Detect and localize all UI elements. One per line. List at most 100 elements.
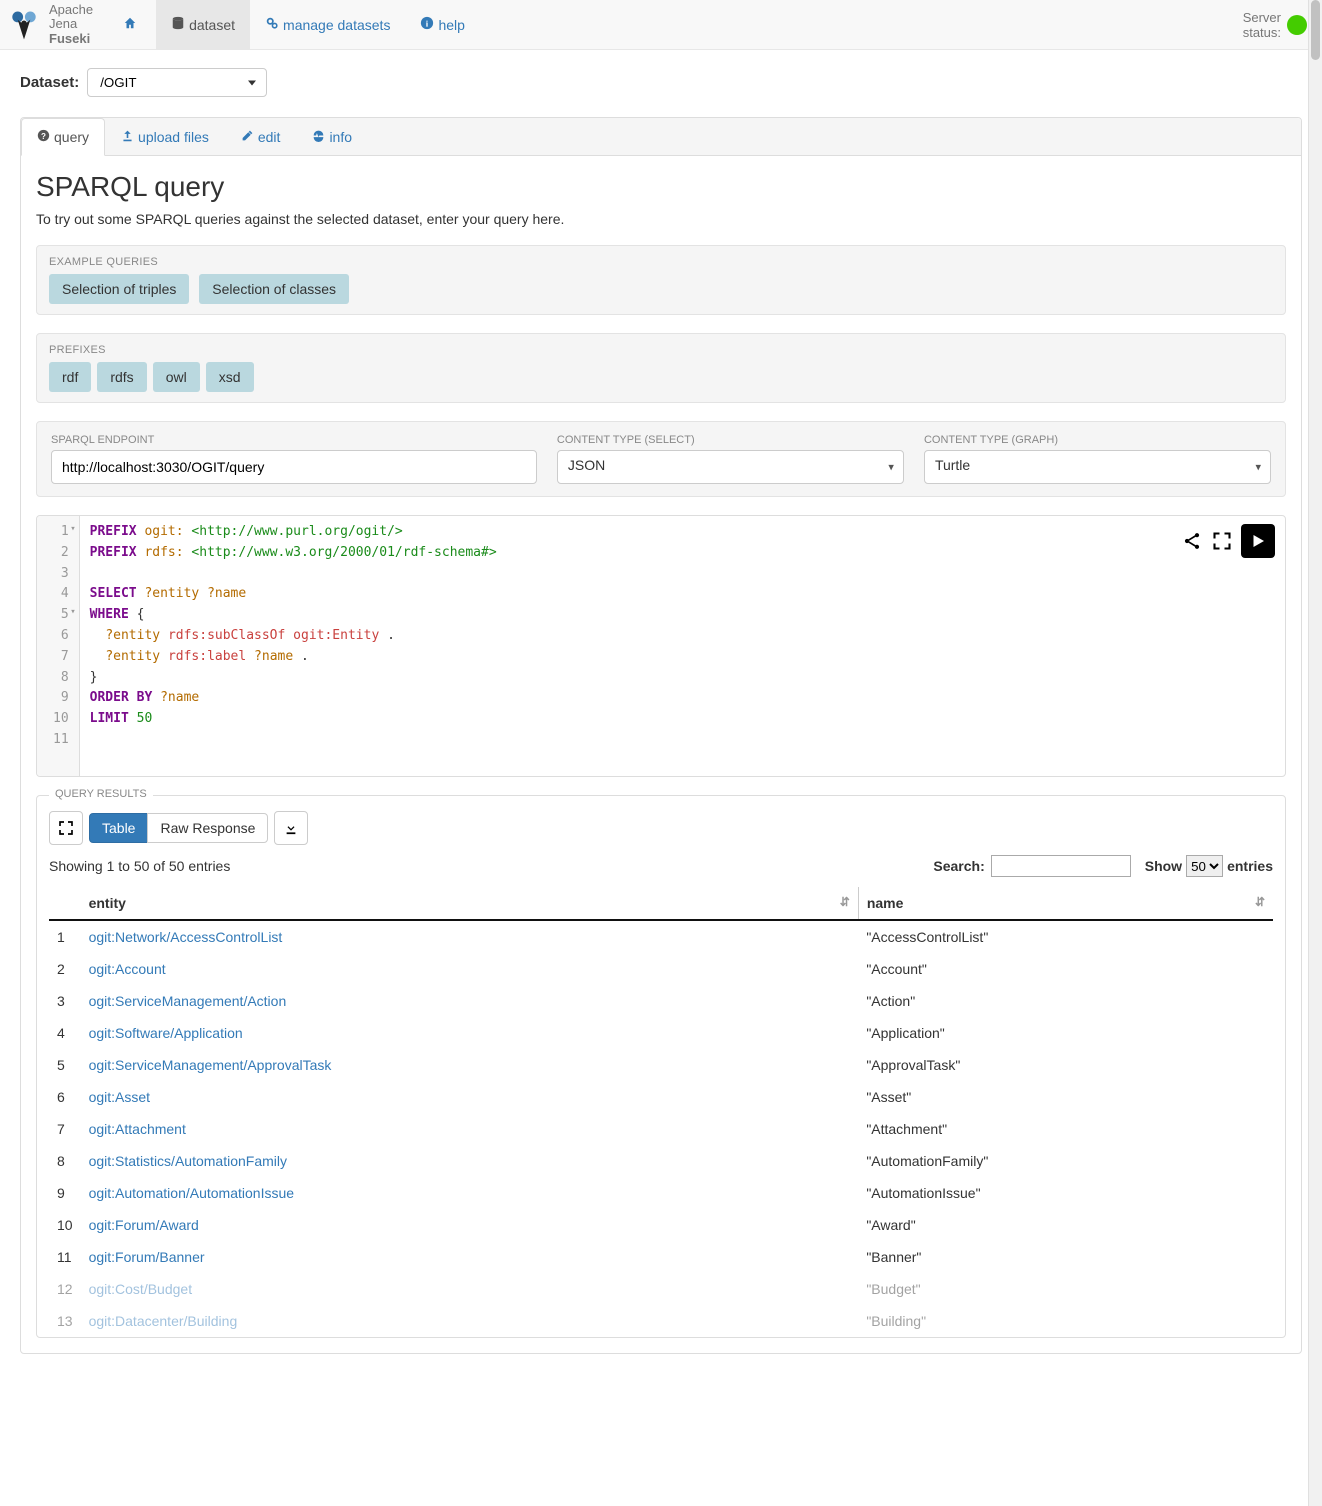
table-row: 1ogit:Network/AccessControlList"AccessCo… <box>49 920 1273 953</box>
tab-edit[interactable]: edit <box>225 118 297 156</box>
tab-query-label: query <box>54 129 89 145</box>
col-entity[interactable]: entity <box>81 887 859 920</box>
entity-link[interactable]: ogit:Statistics/AutomationFamily <box>89 1153 287 1169</box>
content-graph-dropdown[interactable]: Turtle <box>924 450 1271 484</box>
entity-link[interactable]: ogit:Datacenter/Building <box>89 1313 238 1329</box>
table-row: 13 ogit:Datacenter/Building "Building" <box>49 1305 1273 1337</box>
row-entity: ogit:Attachment <box>81 1113 859 1145</box>
tab-upload[interactable]: upload files <box>105 118 225 156</box>
view-raw-button[interactable]: Raw Response <box>147 813 268 843</box>
col-rownum <box>49 887 81 920</box>
prefix-rdf-button[interactable]: rdf <box>49 362 91 392</box>
entity-link[interactable]: ogit:Account <box>89 961 166 977</box>
nav-home[interactable] <box>108 0 156 49</box>
row-entity: ogit:Account <box>81 953 859 985</box>
row-name: "Application" <box>858 1017 1273 1049</box>
col-name[interactable]: name <box>858 887 1273 920</box>
table-row: 4 ogit:Software/Application "Application" <box>49 1017 1273 1049</box>
prefix-xsd-button[interactable]: xsd <box>206 362 254 392</box>
entity-link[interactable]: ogit:Attachment <box>89 1121 186 1137</box>
editor-code[interactable]: PREFIX ogit: <http://www.purl.org/ogit/>… <box>80 516 1285 776</box>
entity-link[interactable]: ogit:Network/AccessControlList <box>89 929 283 945</box>
row-number: 5 <box>49 1049 81 1081</box>
search-input[interactable] <box>991 855 1131 877</box>
row-name: "Attachment" <box>858 1113 1273 1145</box>
example-classes-button[interactable]: Selection of classes <box>199 274 349 304</box>
row-number: 4 <box>49 1017 81 1049</box>
row-number: 13 <box>49 1305 81 1337</box>
show-entries-select[interactable]: 50 <box>1186 855 1223 877</box>
row-number: 11 <box>49 1241 81 1273</box>
entity-link[interactable]: ogit:Cost/Budget <box>89 1281 193 1297</box>
scrollbar-thumb[interactable] <box>1311 0 1320 60</box>
entity-link[interactable]: ogit:ServiceManagement/ApprovalTask <box>89 1057 332 1073</box>
content-select-label: CONTENT TYPE (SELECT) <box>557 434 904 446</box>
prefix-rdfs-button[interactable]: rdfs <box>97 362 146 392</box>
table-row: 9ogit:Automation/AutomationIssue"Automat… <box>49 1177 1273 1209</box>
table-row: 7 ogit:Attachment "Attachment" <box>49 1113 1273 1145</box>
example-triples-button[interactable]: Selection of triples <box>49 274 189 304</box>
editor-gutter: 1▾2345▾67891011 <box>37 516 80 776</box>
entity-link[interactable]: ogit:Forum/Banner <box>89 1249 205 1265</box>
row-entity: ogit:Forum/Award <box>81 1209 859 1241</box>
endpoint-label: SPARQL ENDPOINT <box>51 434 537 446</box>
row-entity: ogit:Statistics/AutomationFamily <box>81 1145 859 1177</box>
endpoint-well: SPARQL ENDPOINT CONTENT TYPE (SELECT) JS… <box>36 421 1286 497</box>
row-entity: ogit:Datacenter/Building <box>81 1305 859 1337</box>
question-icon: ? <box>37 129 50 145</box>
entity-link[interactable]: ogit:Forum/Award <box>89 1217 199 1233</box>
nav-help[interactable]: i help <box>405 0 479 49</box>
fullscreen-icon[interactable] <box>1211 530 1233 552</box>
row-entity: ogit:Cost/Budget <box>81 1273 859 1305</box>
entity-link[interactable]: ogit:Software/Application <box>89 1025 243 1041</box>
page-lead: To try out some SPARQL queries against t… <box>36 211 1286 227</box>
nav-dataset-label: dataset <box>189 17 235 33</box>
results-info: Showing 1 to 50 of 50 entries <box>49 858 230 874</box>
tab-info[interactable]: info <box>296 118 368 156</box>
server-status-label: Server status: <box>1243 10 1281 40</box>
tab-query[interactable]: ? query <box>21 118 105 156</box>
results-panel: QUERY RESULTS Table Raw Response Showing… <box>36 795 1286 1338</box>
row-entity: ogit:ServiceManagement/Action <box>81 985 859 1017</box>
scrollbar[interactable] <box>1308 0 1322 1506</box>
nav-dataset[interactable]: dataset <box>156 0 250 49</box>
home-icon <box>123 16 137 33</box>
row-name: "AccessControlList" <box>858 920 1273 953</box>
row-entity: ogit:Asset <box>81 1081 859 1113</box>
row-name: "Building" <box>858 1305 1273 1337</box>
run-query-button[interactable] <box>1241 524 1275 558</box>
show-suffix: entries <box>1227 858 1273 874</box>
row-number: 7 <box>49 1113 81 1145</box>
entity-link[interactable]: ogit:Automation/AutomationIssue <box>89 1185 294 1201</box>
view-table-button[interactable]: Table <box>89 813 148 843</box>
row-name: "AutomationIssue" <box>858 1177 1273 1209</box>
row-number: 8 <box>49 1145 81 1177</box>
upload-icon <box>121 129 134 145</box>
brand: Apache Jena Fuseki <box>0 0 108 49</box>
row-name: "Asset" <box>858 1081 1273 1113</box>
row-name: "Budget" <box>858 1273 1273 1305</box>
table-row: 12ogit:Cost/Budget"Budget" <box>49 1273 1273 1305</box>
pencil-icon <box>241 129 254 145</box>
row-number: 3 <box>49 985 81 1017</box>
prefixes-label: PREFIXES <box>49 344 1273 356</box>
brand-line1: Apache <box>49 3 93 17</box>
dataset-select[interactable]: /OGIT <box>87 68 267 97</box>
entity-link[interactable]: ogit:Asset <box>89 1089 150 1105</box>
status-ok-icon <box>1287 15 1307 35</box>
content-graph-label: CONTENT TYPE (GRAPH) <box>924 434 1271 446</box>
endpoint-input[interactable] <box>51 450 537 484</box>
table-row: 6ogit:Asset"Asset" <box>49 1081 1273 1113</box>
entity-link[interactable]: ogit:ServiceManagement/Action <box>89 993 287 1009</box>
download-button[interactable] <box>274 811 308 845</box>
database-icon <box>171 16 185 33</box>
row-number: 2 <box>49 953 81 985</box>
prefix-owl-button[interactable]: owl <box>153 362 200 392</box>
row-entity: ogit:Forum/Banner <box>81 1241 859 1273</box>
content-select-dropdown[interactable]: JSON <box>557 450 904 484</box>
results-fullscreen-button[interactable] <box>49 811 83 845</box>
nav-manage[interactable]: manage datasets <box>250 0 405 49</box>
share-icon[interactable] <box>1181 530 1203 552</box>
table-row: 5ogit:ServiceManagement/ApprovalTask"App… <box>49 1049 1273 1081</box>
row-name: "Award" <box>858 1209 1273 1241</box>
